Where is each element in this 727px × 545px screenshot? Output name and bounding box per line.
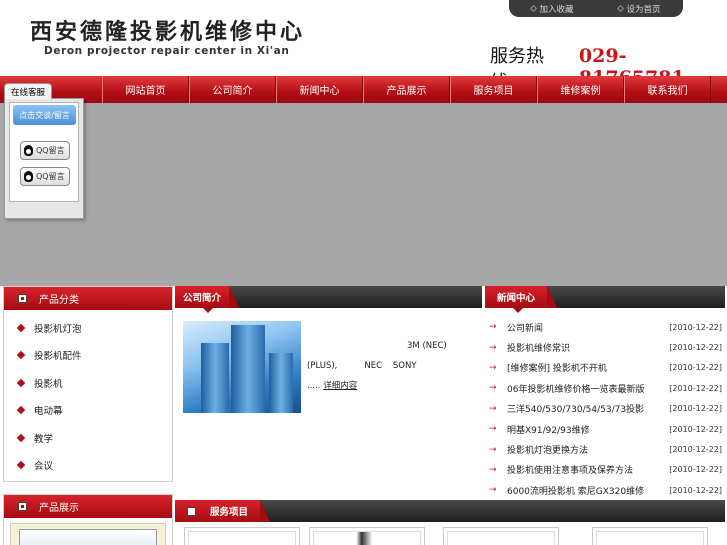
category-item[interactable]: 会议 <box>4 452 172 480</box>
diamond-bullet-icon <box>16 406 26 415</box>
product-showcase: 产品展示 <box>3 494 173 545</box>
arrow-icon: → <box>489 485 497 496</box>
add-favorite-link[interactable]: 加入收藏 <box>530 3 574 15</box>
qq-button-label: QQ留言 <box>36 146 65 155</box>
online-service-panel: 点击交谈/留言 QQ留言 QQ留言 <box>4 98 84 219</box>
set-homepage-link[interactable]: 设为首页 <box>617 3 661 15</box>
news-item[interactable]: → 明基X91/92/93维修 [2010-12-22] <box>485 419 725 439</box>
nav-cases[interactable]: 维修案例 <box>537 76 624 103</box>
categories-header: 产品分类 <box>4 287 172 310</box>
company-title: 公司简介 <box>175 286 240 308</box>
services-section-header: 服务项目 <box>175 500 725 522</box>
section-icon <box>187 506 196 516</box>
product-categories: 产品分类 投影机灯泡 投影机配件 投影机 电动幕 教学 会议 <box>3 286 173 482</box>
showcase-header: 产品展示 <box>4 495 172 518</box>
categories-title: 产品分类 <box>39 295 79 306</box>
diamond-bullet-icon <box>16 433 26 442</box>
services-title: 服务项目 <box>210 507 249 518</box>
arrow-icon: → <box>489 403 497 414</box>
category-item[interactable]: 投影机灯泡 <box>4 314 172 342</box>
arrow-icon: → <box>489 342 497 353</box>
arrow-icon: → <box>489 464 497 475</box>
diamond-bullet-icon <box>16 323 26 332</box>
nav-home[interactable]: 网站首页 <box>102 76 189 103</box>
set-homepage-label: 设为首页 <box>626 4 661 15</box>
arrow-icon: → <box>489 322 497 333</box>
news-item[interactable]: → 投影机使用注意事项及保养方法 [2010-12-22] <box>485 460 725 480</box>
category-item[interactable]: 投影机 <box>4 369 172 397</box>
site-logo[interactable]: 西安德隆投影机维修中心 <box>30 14 305 46</box>
online-service-tab: 在线客服 <box>4 83 52 99</box>
news-item[interactable]: → 公司新闻 [2010-12-22] <box>485 317 725 337</box>
diamond-bullet-icon <box>16 351 26 360</box>
add-favorite-label: 加入收藏 <box>539 4 574 15</box>
category-item[interactable]: 电动幕 <box>4 397 172 425</box>
category-item[interactable]: 投影机配件 <box>4 342 172 370</box>
qq-button-label: QQ留言 <box>36 172 65 181</box>
company-more-link[interactable]: 详细内容 <box>323 381 357 391</box>
company-image <box>183 321 301 413</box>
qq-message-button[interactable]: QQ留言 <box>20 167 70 186</box>
arrow-icon: → <box>489 444 497 455</box>
arrow-icon: → <box>489 424 497 435</box>
nav-about[interactable]: 公司简介 <box>189 76 276 103</box>
service-card[interactable] <box>309 527 425 545</box>
section-icon <box>18 502 27 511</box>
arrow-icon: → <box>489 383 497 394</box>
news-item[interactable]: → [维修案例] 投影机不开机 [2010-12-22] <box>485 358 725 378</box>
news-item[interactable]: → 06年投影机维修价格一览表最新版 [2010-12-22] <box>485 378 725 398</box>
news-item[interactable]: → 投影机维修常识 [2010-12-22] <box>485 337 725 357</box>
top-links-bar: 加入收藏 设为首页 <box>509 0 683 17</box>
company-intro-text: 3M (NEC) (PLUS), NEC SONY ..... 详细内容 <box>307 341 447 391</box>
category-item[interactable]: 教学 <box>4 424 172 452</box>
diamond-bullet-icon <box>16 378 26 387</box>
nav-news[interactable]: 新闻中心 <box>276 76 363 103</box>
showcase-title: 产品展示 <box>39 503 79 514</box>
service-card[interactable] <box>184 527 300 545</box>
nav-services[interactable]: 服务项目 <box>450 76 537 103</box>
service-card[interactable] <box>592 527 708 545</box>
main-nav: 网站首页 公司简介 新闻中心 产品展示 服务项目 维修案例 联系我们 <box>0 76 727 103</box>
news-item[interactable]: → 三洋540/530/730/54/53/73投影 [2010-12-22] <box>485 399 725 419</box>
news-item[interactable]: → 6000流明投影机 索尼GX320维修 [2010-12-22] <box>485 480 725 500</box>
qq-icon <box>24 145 33 156</box>
section-icon <box>18 294 27 303</box>
news-title: 新闻中心 <box>485 286 558 308</box>
company-section-header: 公司简介 <box>175 286 482 313</box>
nav-products[interactable]: 产品展示 <box>363 76 450 103</box>
nav-contact[interactable]: 联系我们 <box>624 76 711 103</box>
qq-message-button[interactable]: QQ留言 <box>20 141 70 160</box>
header: 西安德隆投影机维修中心 Deron projector repair cente… <box>0 0 727 93</box>
page: 西安德隆投影机维修中心 Deron projector repair cente… <box>0 0 727 545</box>
qq-icon <box>24 171 33 182</box>
banner <box>0 103 727 286</box>
chat-button[interactable]: 点击交谈/留言 <box>13 105 76 125</box>
bullet-icon <box>530 4 538 13</box>
site-logo-english: Deron projector repair center in Xi'an <box>44 45 290 57</box>
showcase-image[interactable] <box>10 523 166 545</box>
bullet-icon <box>617 4 625 13</box>
diamond-bullet-icon <box>16 461 26 470</box>
news-list: → 公司新闻 [2010-12-22] → 投影机维修常识 [2010-12-22] →… <box>485 317 725 501</box>
service-card[interactable] <box>443 527 559 545</box>
news-section-header: 新闻中心 <box>485 286 725 313</box>
online-service-widget: 点击交谈/留言 QQ留言 QQ留言 在线客服 <box>4 80 84 219</box>
arrow-icon: → <box>489 362 497 373</box>
news-item[interactable]: → 投影机灯泡更换方法 [2010-12-22] <box>485 439 725 459</box>
